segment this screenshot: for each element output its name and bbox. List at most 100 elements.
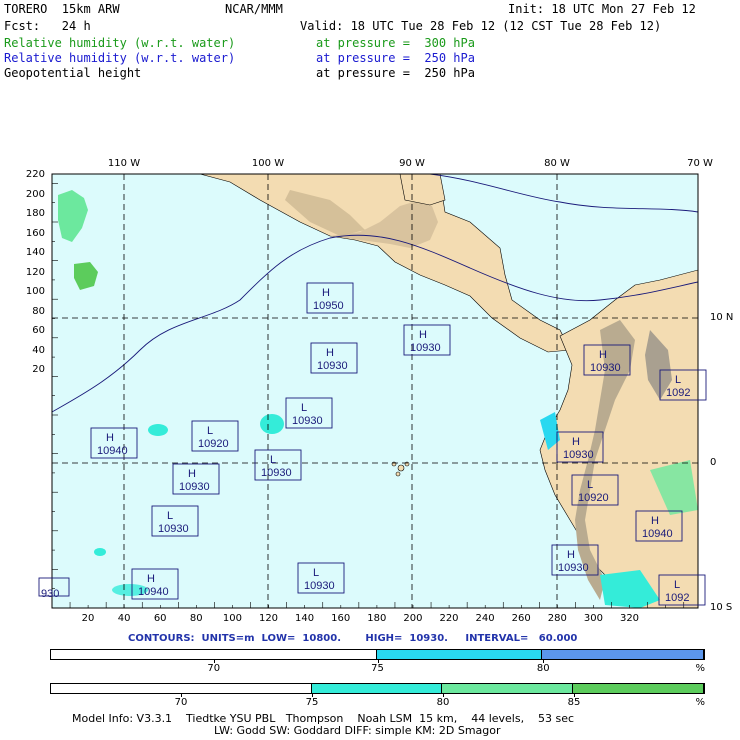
lat-label: 0	[710, 457, 717, 468]
x-tick-label: 80	[189, 613, 203, 624]
center-value: 10940	[97, 445, 128, 457]
colorbar-segment	[51, 650, 377, 659]
colorbar-segment	[442, 684, 574, 693]
field-2-level: at pressure = 250 hPa	[316, 51, 475, 65]
field-1-level: at pressure = 300 hPa	[316, 36, 475, 50]
colorbar-segment	[573, 684, 704, 693]
center-value: 10930	[292, 415, 323, 427]
colorbar-segment	[51, 684, 312, 693]
center-value: 1092	[665, 592, 689, 604]
center-type: L	[587, 479, 593, 491]
lon-label: 90 W	[399, 158, 425, 169]
center-value: 10930	[590, 362, 621, 374]
colorbar-label: 85	[567, 697, 581, 708]
center-value: 930	[41, 588, 59, 600]
center-type: L	[167, 510, 173, 522]
colorbar-label: 70	[207, 663, 221, 674]
field-2-name: Relative humidity (w.r.t. water)	[4, 51, 236, 65]
center-value: 10930	[317, 360, 348, 372]
lon-label: 70 W	[687, 158, 713, 169]
valid-time: Valid: 18 UTC Tue 28 Feb 12 (12 CST Tue …	[300, 19, 662, 33]
center-type: H	[651, 515, 659, 527]
y-tick-label: 40	[32, 344, 45, 356]
y-tick-label: 220	[25, 169, 45, 180]
forecast-map: H10950H10930H10930H10930L1092L10930H1094…	[38, 173, 707, 609]
center-value: 10940	[138, 586, 169, 598]
x-tick-label: 280	[547, 613, 567, 624]
lon-label: 110 W	[107, 158, 141, 169]
lon-label: 80 W	[544, 158, 570, 169]
x-tick-label: 140	[295, 613, 315, 624]
org-label: NCAR/MMM	[225, 2, 283, 16]
center-type: H	[188, 468, 196, 480]
y-tick-label: 120	[25, 266, 45, 278]
center-type: H	[567, 549, 575, 561]
contour-info: CONTOURS: UNITS=m LOW= 10800. HIGH= 1093…	[128, 633, 578, 644]
forecast-hour: Fcst: 24 h	[4, 19, 91, 33]
y-tick-label: 60	[32, 325, 45, 336]
y-tick-label: 100	[25, 286, 45, 297]
colorbar-tick	[377, 659, 379, 663]
lon-label: 100 W	[251, 158, 285, 169]
center-type: H	[147, 573, 155, 585]
colorbar-tick	[181, 693, 182, 697]
colorbar-label: 80	[436, 697, 450, 708]
center-type: L	[675, 374, 681, 386]
colorbar-segment	[311, 684, 443, 693]
center-type: H	[419, 329, 427, 341]
center-value: 10920	[578, 492, 609, 504]
x-tick-label: 120	[258, 613, 279, 624]
model-physics: LW: Godd SW: Goddard DIFF: simple KM: 2D…	[214, 724, 501, 737]
colorbar-rh-300	[50, 683, 705, 694]
x-tick-label: 240	[475, 613, 495, 624]
colorbar-segment	[377, 650, 543, 659]
y-tick-label: 180	[25, 208, 45, 219]
colorbar-tick	[443, 693, 444, 697]
colorbar-label: %	[695, 663, 705, 674]
x-tick-label: 220	[439, 613, 459, 624]
center-type: H	[326, 347, 334, 359]
center-type: L	[207, 425, 213, 437]
field-1-name: Relative humidity (w.r.t. water)	[4, 36, 236, 50]
center-value: 1092	[666, 387, 690, 399]
x-tick-label: 60	[153, 613, 167, 624]
center-value: 10950	[313, 300, 344, 312]
center-type: L	[313, 567, 319, 579]
model-title: TORERO 15km ARW	[4, 2, 120, 16]
center-value: 10930	[158, 523, 189, 535]
field-3-level: at pressure = 250 hPa	[316, 66, 475, 80]
center-type: H	[322, 287, 330, 299]
colorbar-label: 75	[305, 697, 319, 708]
x-tick-label: 180	[367, 613, 387, 624]
colorbar-label: 70	[174, 697, 188, 708]
center-type: L	[674, 579, 680, 591]
y-tick-label: 20	[32, 364, 45, 375]
x-tick-label: 320	[619, 613, 640, 624]
x-tick-label: 20	[81, 613, 95, 624]
y-tick-label: 140	[25, 247, 45, 258]
colorbar-tick	[312, 693, 313, 697]
colorbar-tick	[574, 693, 575, 697]
center-type: L	[301, 402, 307, 414]
x-tick-label: 160	[331, 613, 351, 624]
colorbar-label: %	[695, 697, 705, 708]
x-tick-label: 40	[117, 613, 131, 624]
lat-label: 10 S	[710, 602, 733, 613]
colorbar-segment	[542, 650, 704, 659]
colorbar-label: 75	[371, 663, 384, 674]
center-value: 10920	[198, 438, 229, 450]
init-time: Init: 18 UTC Mon 27 Feb 12	[508, 2, 696, 16]
x-tick-label: 200	[403, 613, 423, 624]
center-value: 10930	[410, 342, 441, 354]
center-value: 10930	[563, 449, 594, 461]
y-tick-label: 160	[25, 227, 45, 239]
x-tick-label: 300	[583, 613, 603, 624]
lat-label: 10 N	[710, 312, 734, 323]
center-type: H	[106, 432, 114, 444]
center-value: 10930	[304, 580, 335, 592]
field-3-name: Geopotential height	[4, 66, 142, 80]
x-tick-label: 260	[511, 613, 531, 624]
center-type: H	[599, 349, 607, 361]
center-value: 10930	[179, 481, 210, 493]
center-value: 10930	[558, 562, 589, 574]
